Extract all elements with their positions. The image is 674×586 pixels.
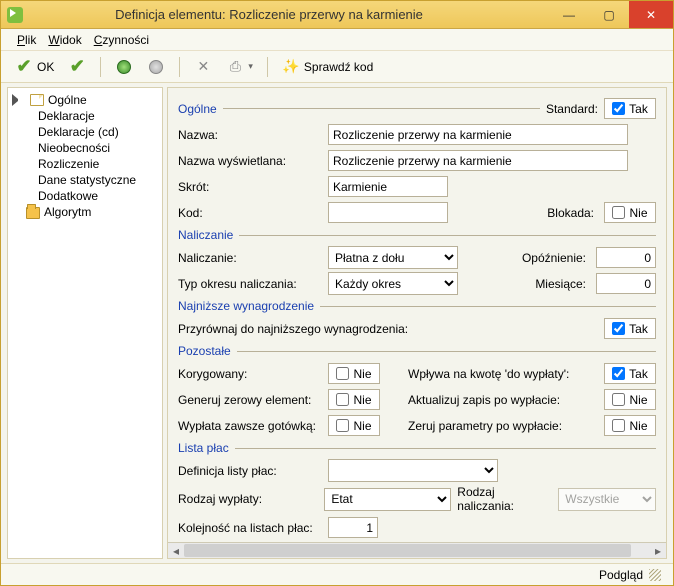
check-code-button[interactable]: ✨ Sprawdź kod bbox=[278, 56, 377, 78]
wplywa-checkbox[interactable]: Tak bbox=[604, 363, 656, 384]
tree-item-deklaracje[interactable]: Deklaracje bbox=[10, 108, 160, 124]
expand-icon bbox=[12, 94, 26, 106]
resize-grip-icon[interactable] bbox=[649, 569, 661, 581]
aktualizuj-label: Aktualizuj zapis po wypłacie: bbox=[408, 393, 583, 407]
skrot-label: Skrót: bbox=[178, 180, 328, 194]
separator bbox=[100, 57, 101, 77]
nav-tree[interactable]: Ogólne Deklaracje Deklaracje (cd) Nieobe… bbox=[7, 87, 163, 559]
rodzaj-wyp-select[interactable]: Etat bbox=[324, 488, 451, 511]
opoznienie-input[interactable] bbox=[596, 247, 656, 268]
aktualizuj-checkbox[interactable]: Nie bbox=[604, 389, 656, 410]
przyrownaj-checkbox[interactable]: Tak bbox=[604, 318, 656, 339]
print-icon: ⎙ bbox=[226, 58, 244, 76]
group-naliczanie: Naliczanie bbox=[178, 228, 656, 242]
rodzaj-nal-select[interactable]: Wszystkie bbox=[558, 488, 656, 511]
toolbar: ✔ OK ✔ ✕ ⎙▾ ✨ Sprawdź kod bbox=[1, 51, 673, 83]
check-code-label: Sprawdź kod bbox=[304, 60, 373, 74]
wplywa-label: Wpływa na kwotę 'do wypłaty': bbox=[408, 367, 583, 381]
kolejnosc-label: Kolejność na listach płac: bbox=[178, 521, 328, 535]
typ-okresu-select[interactable]: Każdy okres bbox=[328, 272, 458, 295]
tree-item-dane-statystyczne[interactable]: Dane statystyczne bbox=[10, 172, 160, 188]
generuj-zero-checkbox[interactable]: Nie bbox=[328, 389, 380, 410]
app-icon bbox=[7, 7, 23, 23]
generuj-zero-label: Generuj zerowy element: bbox=[178, 393, 328, 407]
page-icon bbox=[30, 94, 44, 106]
zeruj-label: Zeruj parametry po wypłacie: bbox=[408, 419, 583, 433]
check-icon: ✔ bbox=[68, 58, 86, 76]
ok-label: OK bbox=[37, 60, 54, 74]
opoznienie-label: Opóźnienie: bbox=[522, 251, 586, 265]
tree-item-nieobecnosci[interactable]: Nieobecności bbox=[10, 140, 160, 156]
naliczanie-select[interactable]: Płatna z dołu bbox=[328, 246, 458, 269]
menu-plik[interactable]: Plik bbox=[17, 33, 36, 47]
rodzaj-wyp-label: Rodzaj wypłaty: bbox=[178, 492, 324, 506]
wand-icon: ✨ bbox=[282, 58, 300, 76]
def-listy-label: Definicja listy płac: bbox=[178, 464, 328, 478]
wyplata-gotowka-checkbox[interactable]: Nie bbox=[328, 415, 380, 436]
przyrownaj-label: Przyrównaj do najniższego wynagrodzenia: bbox=[178, 322, 604, 336]
forward-icon bbox=[149, 60, 163, 74]
title-bar: Definicja elementu: Rozliczenie przerwy … bbox=[1, 1, 673, 29]
nazwa-input[interactable] bbox=[328, 124, 628, 145]
standard-label: Standard: bbox=[546, 102, 598, 116]
nav-forward-button[interactable] bbox=[143, 56, 169, 78]
blokada-checkbox[interactable]: Nie bbox=[604, 202, 656, 223]
tree-item-algorytm[interactable]: Algorytm bbox=[10, 204, 160, 220]
menu-widok[interactable]: Widok bbox=[48, 33, 81, 47]
folder-icon bbox=[26, 207, 40, 219]
ok-button[interactable]: ✔ OK bbox=[11, 56, 58, 78]
nazwa-wys-input[interactable] bbox=[328, 150, 628, 171]
maximize-button[interactable]: ▢ bbox=[589, 1, 629, 28]
print-button[interactable]: ⎙▾ bbox=[222, 56, 257, 78]
nazwa-wys-label: Nazwa wyświetlana: bbox=[178, 154, 328, 168]
kolejnosc-input[interactable] bbox=[328, 517, 378, 538]
group-pozostale: Pozostałe bbox=[178, 344, 656, 358]
blokada-label: Blokada: bbox=[547, 206, 594, 220]
rodzaj-nal-label: Rodzaj naliczania: bbox=[457, 485, 552, 513]
wyplata-gotowka-label: Wypłata zawsze gotówką: bbox=[178, 419, 328, 433]
scroll-right-icon[interactable]: ▸ bbox=[650, 543, 666, 559]
group-lista-plac: Lista płac bbox=[178, 441, 656, 455]
form-panel: Ogólne Standard: Tak Nazwa: Nazwa wyświe… bbox=[167, 87, 667, 559]
naliczanie-label: Naliczanie: bbox=[178, 251, 328, 265]
status-bar: Podgląd bbox=[1, 563, 673, 585]
check-icon: ✔ bbox=[15, 58, 33, 76]
tree-item-deklaracje-cd[interactable]: Deklaracje (cd) bbox=[10, 124, 160, 140]
accept-button[interactable]: ✔ bbox=[64, 56, 90, 78]
miesiace-label: Miesiące: bbox=[535, 277, 586, 291]
typ-okresu-label: Typ okresu naliczania: bbox=[178, 277, 328, 291]
horizontal-scrollbar[interactable]: ◂ ▸ bbox=[168, 542, 666, 558]
window-title: Definicja elementu: Rozliczenie przerwy … bbox=[29, 7, 549, 22]
kod-input[interactable] bbox=[328, 202, 448, 223]
tree-item-dodatkowe[interactable]: Dodatkowe bbox=[10, 188, 160, 204]
standard-checkbox[interactable]: Tak bbox=[604, 98, 656, 119]
skrot-input[interactable] bbox=[328, 176, 448, 197]
nazwa-label: Nazwa: bbox=[178, 128, 328, 142]
minimize-button[interactable]: — bbox=[549, 1, 589, 28]
tools-icon: ✕ bbox=[194, 58, 212, 76]
kod-label: Kod: bbox=[178, 206, 328, 220]
group-ogolne: Ogólne Standard: Tak bbox=[178, 98, 656, 119]
zeruj-checkbox[interactable]: Nie bbox=[604, 415, 656, 436]
def-listy-select[interactable] bbox=[328, 459, 498, 482]
separator bbox=[179, 57, 180, 77]
back-icon bbox=[117, 60, 131, 74]
close-button[interactable]: ✕ bbox=[629, 1, 673, 28]
group-najnizsze: Najniższe wynagrodzenie bbox=[178, 299, 656, 313]
menu-bar: Plik Widok Czynności bbox=[1, 29, 673, 51]
korygowany-checkbox[interactable]: Nie bbox=[328, 363, 380, 384]
separator bbox=[267, 57, 268, 77]
menu-czynnosci[interactable]: Czynności bbox=[94, 33, 149, 47]
status-podglad: Podgląd bbox=[599, 568, 643, 582]
scroll-left-icon[interactable]: ◂ bbox=[168, 543, 184, 559]
nav-back-button[interactable] bbox=[111, 56, 137, 78]
tree-item-rozliczenie[interactable]: Rozliczenie bbox=[10, 156, 160, 172]
korygowany-label: Korygowany: bbox=[178, 367, 328, 381]
tools-button[interactable]: ✕ bbox=[190, 56, 216, 78]
tree-root-ogolne[interactable]: Ogólne bbox=[10, 92, 160, 108]
miesiace-input[interactable] bbox=[596, 273, 656, 294]
